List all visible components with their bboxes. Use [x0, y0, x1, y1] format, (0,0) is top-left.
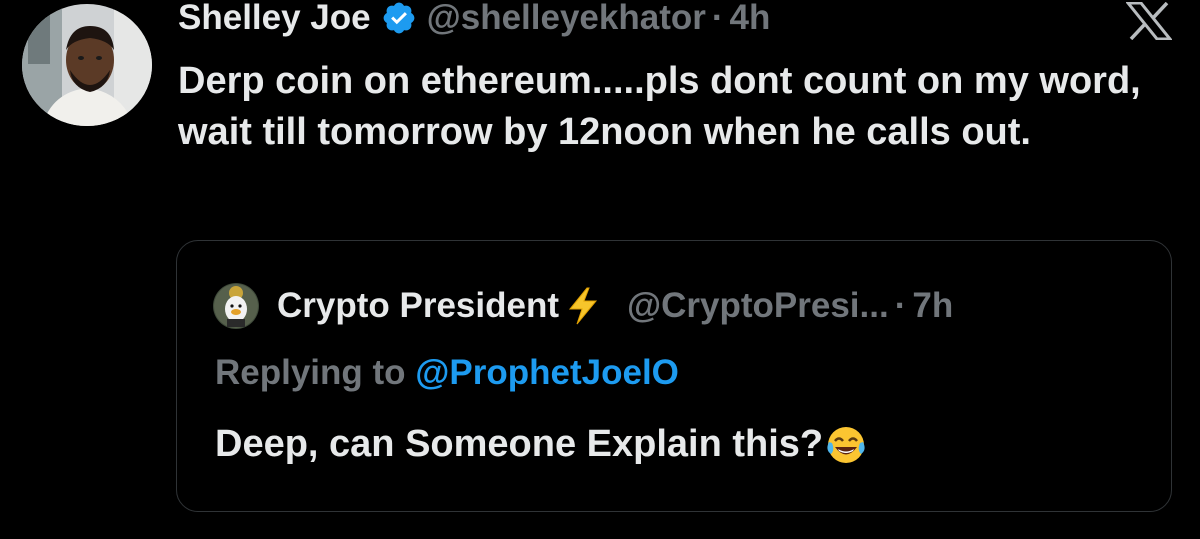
- lightning-bolt-icon: [567, 287, 599, 325]
- author-handle[interactable]: @shelleyekhator: [427, 0, 706, 38]
- quoted-tweet-card[interactable]: Crypto President @CryptoPresi... · 7h Re…: [176, 240, 1172, 512]
- replying-mention-link[interactable]: @ProphetJoelO: [415, 353, 679, 392]
- quote-separator-dot: ·: [894, 286, 907, 325]
- quote-header: Crypto President @CryptoPresi... · 7h: [213, 281, 953, 331]
- tweet-timestamp[interactable]: 4h: [730, 0, 771, 38]
- author-display-name[interactable]: Shelley Joe: [178, 0, 371, 38]
- quote-author-display-name[interactable]: Crypto President: [277, 286, 559, 326]
- x-logo-icon: [1124, 1, 1174, 41]
- quote-text-row: Deep, can Someone Explain this?: [215, 423, 867, 466]
- tears-of-joy-emoji-icon: [825, 424, 867, 466]
- quote-timestamp[interactable]: 7h: [912, 286, 953, 326]
- avatar[interactable]: [22, 4, 152, 126]
- quote-text: Deep, can Someone Explain this?: [215, 423, 824, 465]
- replying-prefix: Replying to: [215, 353, 406, 392]
- tweet-header: Shelley Joe @shelleyekhator · 4h: [178, 0, 770, 42]
- tweet-text: Derp coin on ethereum.....pls dont count…: [178, 60, 1141, 153]
- verified-badge-icon: [381, 0, 417, 36]
- replying-to: Replying to @ProphetJoelO: [215, 353, 679, 393]
- separator-dot: ·: [711, 0, 724, 37]
- quote-avatar[interactable]: [213, 283, 259, 329]
- quote-author-handle[interactable]: @CryptoPresi...: [627, 286, 889, 326]
